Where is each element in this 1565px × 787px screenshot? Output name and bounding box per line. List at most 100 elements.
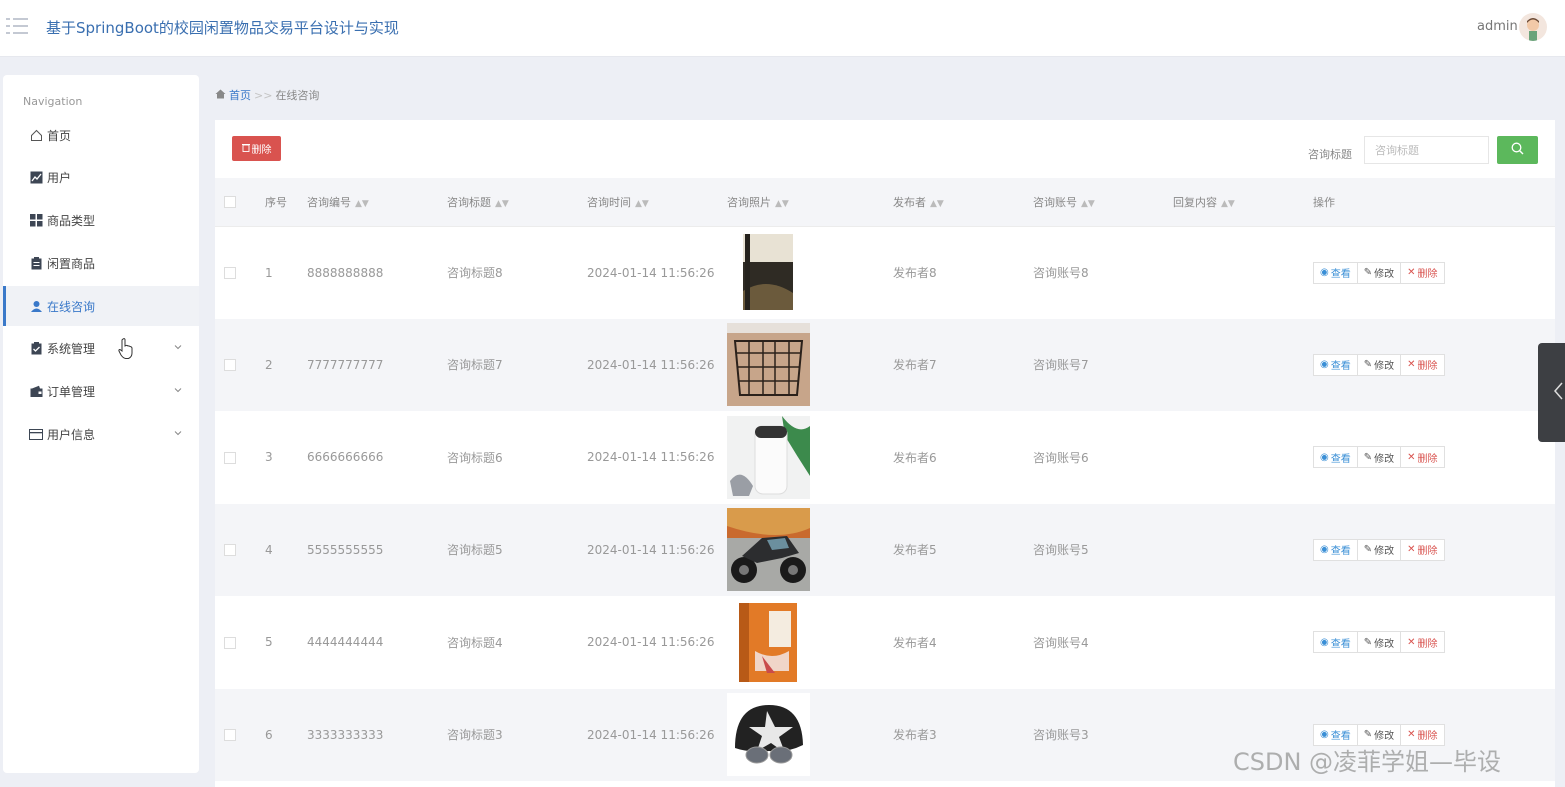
- edit-icon: ✎: [1363, 636, 1373, 648]
- cell-reply: [1173, 319, 1313, 412]
- sidebar-item-label: 首页: [47, 128, 72, 143]
- photo-thumbnail[interactable]: [727, 323, 810, 407]
- cell-photo: [727, 411, 893, 504]
- edit-button[interactable]: ✎ 修改: [1356, 446, 1402, 469]
- photo-thumbnail[interactable]: [727, 508, 810, 592]
- cell-index: 1: [265, 225, 307, 319]
- view-button[interactable]: ◉ 查看: [1313, 353, 1358, 376]
- delete-button[interactable]: ✕ 删除: [1400, 446, 1445, 469]
- cell-time: 2024-01-14 11:56:26: [587, 727, 715, 742]
- delete-button[interactable]: ✕ 删除: [1400, 631, 1445, 654]
- trash-icon: ✕: [1407, 544, 1416, 556]
- sidebar-item-users[interactable]: 用户: [3, 157, 199, 197]
- view-button[interactable]: ◉ 查看: [1313, 538, 1358, 561]
- row-checkbox[interactable]: [215, 504, 265, 597]
- cell-publisher: 发布者6: [893, 450, 937, 465]
- table-row: 2 7777777777 咨询标题7 2024-01-14 11:56:26 发布者7 咨…: [215, 318, 1555, 412]
- search-input[interactable]: [1364, 136, 1489, 164]
- delete-button[interactable]: ✕ 删除: [1400, 538, 1445, 561]
- sidebar-item-label: 系统管理: [47, 341, 96, 356]
- edit-icon: ✎: [1363, 451, 1373, 463]
- cell-publisher: 发布者7: [893, 358, 937, 373]
- edit-icon: ✎: [1363, 729, 1373, 741]
- sidebar-item-system[interactable]: 系统管理: [3, 328, 199, 368]
- side-panel-toggle[interactable]: [1538, 343, 1565, 442]
- grid-icon: [29, 213, 43, 227]
- cell-title: 咨询标题7: [447, 358, 503, 373]
- menu-icon[interactable]: [6, 16, 28, 36]
- column-header-time[interactable]: 咨询时间 ▲▼: [587, 178, 727, 226]
- cell-reply: [1173, 596, 1313, 689]
- sidebar-item-label: 订单管理: [47, 384, 96, 399]
- trash-icon: ✕: [1407, 729, 1416, 741]
- cell-title: 咨询标题8: [447, 225, 587, 319]
- view-button[interactable]: ◉ 查看: [1313, 261, 1358, 284]
- row-checkbox[interactable]: [215, 319, 265, 412]
- sidebar-item-idle-goods[interactable]: 闲置商品: [3, 243, 199, 283]
- delete-button[interactable]: ✕ 删除: [1400, 353, 1445, 376]
- search-button[interactable]: [1497, 136, 1538, 164]
- breadcrumb-home[interactable]: 首页: [229, 87, 251, 103]
- edit-button[interactable]: ✎ 修改: [1356, 261, 1402, 284]
- edit-button[interactable]: ✎ 修改: [1356, 631, 1402, 654]
- row-checkbox[interactable]: [215, 689, 265, 782]
- breadcrumb-current: 在线咨询: [275, 89, 320, 102]
- cell-time: 2024-01-14 11:56:26: [587, 635, 715, 650]
- column-header-index: 序号: [265, 195, 287, 209]
- cell-actions: ◉ 查看 ✎ 修改 ✕ 删除: [1313, 411, 1555, 504]
- main-panel: 删除 咨询标题 序号 咨询编号▲▼ 咨询标题▲▼ 咨询时间▲▼ 咨询照片▲▼ 发…: [215, 120, 1555, 787]
- cell-reply: [1173, 411, 1313, 504]
- edit-button[interactable]: ✎ 修改: [1356, 538, 1402, 561]
- cell-index: 3: [265, 450, 273, 465]
- cell-publisher: 发布者3: [893, 728, 937, 743]
- column-header-publisher[interactable]: 发布者 ▲▼: [893, 178, 1033, 226]
- column-header-reply[interactable]: 回复内容 ▲▼: [1173, 178, 1313, 226]
- cell-actions: ◉ 查看 ✎ 修改 ✕ 删除: [1313, 319, 1555, 412]
- cell-time: 2024-01-14 11:56:26: [587, 225, 727, 319]
- eye-icon: ◉: [1320, 544, 1329, 556]
- view-button[interactable]: ◉ 查看: [1313, 631, 1358, 654]
- checklist-icon: [29, 341, 43, 355]
- sort-icon: ▲▼: [495, 198, 509, 209]
- trash-icon: ✕: [1407, 267, 1416, 278]
- eye-icon: ◉: [1320, 451, 1329, 463]
- photo-thumbnail[interactable]: [727, 600, 810, 684]
- cell-account: 咨询账号8: [1033, 225, 1173, 319]
- avatar[interactable]: [1519, 13, 1547, 41]
- sidebar-item-user-info[interactable]: 用户信息: [3, 414, 199, 454]
- view-button[interactable]: ◉ 查看: [1313, 446, 1358, 469]
- row-checkbox[interactable]: [215, 596, 265, 689]
- photo-thumbnail[interactable]: [727, 231, 810, 314]
- sidebar-item-product-type[interactable]: 商品类型: [3, 200, 199, 240]
- trash-icon: ✕: [1407, 359, 1416, 371]
- select-all-checkbox[interactable]: [215, 178, 265, 226]
- edit-button[interactable]: ✎ 修改: [1356, 353, 1402, 376]
- photo-thumbnail[interactable]: [727, 415, 810, 499]
- nav-heading: Navigation: [23, 95, 83, 108]
- column-header-title[interactable]: 咨询标题 ▲▼: [447, 178, 587, 226]
- cell-account: 咨询账号6: [1033, 450, 1089, 465]
- column-header-code[interactable]: 咨询编号 ▲▼: [307, 178, 447, 226]
- cell-code: 8888888888: [307, 225, 447, 319]
- cell-time: 2024-01-14 11:56:26: [587, 542, 715, 557]
- column-header-photo[interactable]: 咨询照片 ▲▼: [727, 178, 893, 226]
- sidebar-item-home[interactable]: 首页: [3, 115, 199, 155]
- photo-thumbnail[interactable]: [727, 693, 810, 777]
- delete-button[interactable]: ✕ 删除: [1400, 261, 1445, 284]
- cell-title: 咨询标题3: [447, 728, 503, 743]
- cell-code: 6666666666: [307, 450, 384, 465]
- cell-photo: [727, 319, 893, 412]
- search-icon: [1511, 142, 1524, 158]
- column-header-account[interactable]: 咨询账号 ▲▼: [1033, 178, 1173, 226]
- row-checkbox[interactable]: [215, 225, 265, 319]
- cell-publisher: 发布者4: [893, 635, 937, 650]
- sidebar-item-orders[interactable]: 订单管理: [3, 371, 199, 411]
- row-checkbox[interactable]: [215, 411, 265, 504]
- clipboard-icon: [29, 256, 43, 270]
- user-name[interactable]: admin: [1477, 19, 1518, 34]
- sidebar-item-consult[interactable]: 在线咨询: [3, 286, 199, 326]
- cell-index: 4: [265, 542, 273, 557]
- cell-photo: [727, 225, 893, 319]
- batch-delete-button[interactable]: 删除: [232, 136, 281, 161]
- wallet-icon: [29, 384, 43, 398]
